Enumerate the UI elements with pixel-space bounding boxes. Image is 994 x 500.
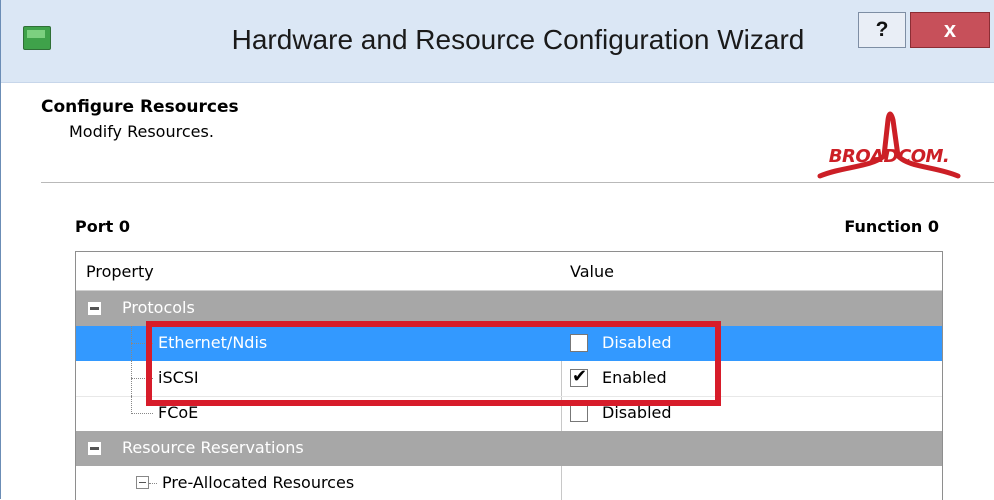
header-divider (41, 182, 994, 183)
highlight-annotation-box (146, 321, 721, 406)
page-subtitle: Modify Resources. (69, 122, 214, 141)
logo-text: BROADCOM. (828, 146, 950, 167)
page-title: Configure Resources (41, 97, 239, 117)
grid-header: Property Value (76, 252, 942, 291)
close-button[interactable]: x (910, 12, 990, 48)
wizard-content: Configure Resources Modify Resources. BR… (1, 83, 994, 500)
tree-connector (149, 483, 157, 484)
port-label: Port 0 (75, 217, 130, 236)
window-title: Hardware and Resource Configuration Wiza… (231, 24, 805, 55)
title-bar[interactable]: Hardware and Resource Configuration Wiza… (1, 0, 994, 83)
column-header-property[interactable]: Property (86, 262, 154, 281)
collapse-icon[interactable] (88, 302, 101, 315)
group-label: Resource Reservations (122, 438, 304, 457)
group-label: Protocols (122, 298, 195, 317)
collapse-icon[interactable] (88, 442, 101, 455)
column-header-value[interactable]: Value (570, 262, 614, 281)
fcoe-checkbox[interactable] (570, 404, 588, 422)
tree-connector (131, 413, 153, 414)
group-row-resource-reservations[interactable]: Resource Reservations (76, 431, 942, 466)
property-row-pre-allocated-resources[interactable]: Pre-Allocated Resources (76, 466, 942, 500)
tree-connector (131, 396, 132, 414)
wizard-window: Hardware and Resource Configuration Wiza… (0, 0, 994, 500)
function-label: Function 0 (844, 217, 939, 236)
collapse-tree-icon[interactable] (136, 476, 149, 489)
property-label: Pre-Allocated Resources (162, 473, 355, 492)
help-button[interactable]: ? (858, 12, 906, 48)
